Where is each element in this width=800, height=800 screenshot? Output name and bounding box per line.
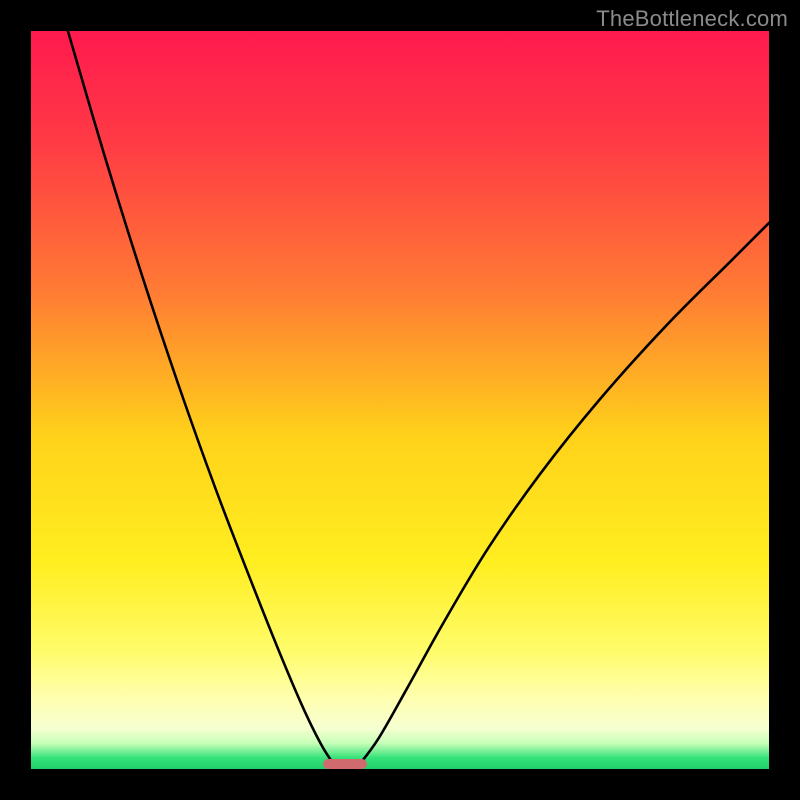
curve-left-branch — [68, 31, 337, 769]
watermark-text: TheBottleneck.com — [596, 6, 788, 32]
outer-black-frame: TheBottleneck.com — [0, 0, 800, 800]
plot-area — [31, 31, 769, 769]
bottleneck-curve — [31, 31, 769, 769]
optimal-point-marker — [323, 759, 367, 769]
curve-right-branch — [356, 223, 769, 769]
